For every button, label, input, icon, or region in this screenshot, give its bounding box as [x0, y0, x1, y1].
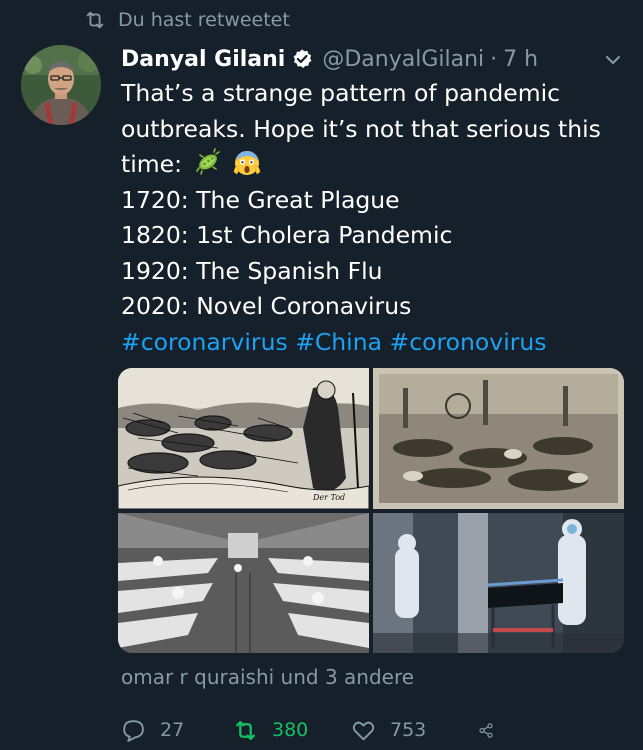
tweet-header: Danyal Gilani @DanyalGilani · 7 h	[121, 42, 538, 76]
retweet-context-label: Du hast retweetet	[118, 9, 290, 31]
heart-icon	[352, 721, 375, 740]
avatar[interactable]	[21, 45, 101, 125]
tweet-text-line: outbreaks. Hope it’s not that serious th…	[121, 114, 601, 143]
verified-badge-icon	[294, 49, 312, 68]
tweet-action-bar: 27 380 753	[121, 712, 508, 748]
retweet-button[interactable]: 380	[233, 718, 351, 743]
reply-icon	[123, 719, 144, 742]
tweet-text-line: time:	[121, 147, 621, 183]
cholera-sketch-image[interactable]	[373, 368, 624, 509]
coronavirus-hazmat-photo[interactable]	[373, 513, 624, 653]
hashtag-row: #coronarvirus #China #coronovirus	[121, 325, 621, 361]
plague-engraving-image[interactable]: Der Tod	[118, 368, 369, 509]
like-button[interactable]: 753	[351, 718, 478, 743]
tweet-list-item: 1920: The Spanish Flu	[121, 256, 383, 285]
hashtag-link[interactable]: #coronarvirus	[121, 328, 288, 356]
share-button[interactable]	[478, 718, 508, 743]
reply-count: 27	[160, 719, 185, 741]
tweet-list-item: 2020: Novel Coronavirus	[121, 292, 412, 320]
retweet-count: 380	[272, 719, 309, 741]
tweet-text-line: That’s a strange pattern of pandemic	[121, 79, 561, 107]
tweet-list-item: 1720: The Great Plague	[121, 185, 400, 214]
retweet-icon	[86, 11, 104, 29]
hashtag-link[interactable]: #China	[295, 328, 382, 356]
retweet-icon	[236, 720, 255, 740]
chevron-down-icon[interactable]	[603, 50, 623, 70]
engraving-caption: Der Tod	[312, 493, 345, 502]
tweet-list-item: 1820: 1st Cholera Pandemic	[121, 221, 453, 249]
tweet-timestamp[interactable]: 7 h	[503, 47, 538, 72]
face-screaming-in-fear-emoji	[233, 151, 261, 175]
media-grid: Der Tod	[118, 368, 624, 653]
author-handle[interactable]: @DanyalGilani	[322, 47, 484, 72]
hashtag-link[interactable]: #coronovirus	[390, 328, 547, 356]
header-separator: ·	[490, 46, 498, 72]
tweet-text: That’s a strange pattern of pandemic out…	[121, 76, 621, 360]
reply-button[interactable]: 27	[121, 718, 233, 743]
like-count: 753	[390, 719, 427, 741]
share-icon	[479, 722, 493, 738]
microbe-emoji	[195, 148, 220, 175]
author-display-name[interactable]: Danyal Gilani	[121, 47, 285, 72]
retweet-context: Du hast retweetet	[84, 6, 290, 34]
tweet-text-fragment: time:	[121, 150, 183, 178]
spanish-flu-ward-photo[interactable]	[118, 513, 369, 653]
liked-by-summary[interactable]: omar r quraishi und 3 andere	[121, 665, 414, 689]
